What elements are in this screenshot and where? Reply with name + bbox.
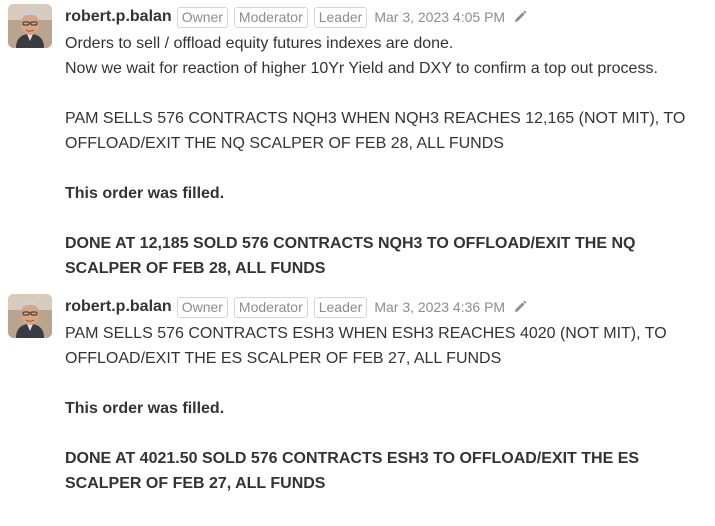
message-line-bold: SCALPER OF FEB 28, ALL FUNDS (65, 260, 326, 277)
badge-owner: Owner (176, 6, 228, 28)
badge-owner: Owner (176, 296, 228, 318)
badge-leader: Leader (313, 296, 368, 318)
avatar-photo (8, 4, 52, 48)
message-line-bold: SCALPER OF FEB 27, ALL FUNDS (65, 475, 326, 492)
avatar[interactable] (8, 4, 52, 48)
sender-name[interactable]: robert.p.balan (65, 298, 172, 316)
message-line: OFFLOAD/EXIT THE NQ SCALPER OF FEB 28, A… (65, 135, 504, 152)
message-line-bold: This order was filled. (65, 185, 225, 202)
message-line: Now we wait for reaction of higher 10Yr … (65, 60, 658, 77)
message-body: PAM SELLS 576 CONTRACTS ESH3 WHEN ESH3 R… (65, 321, 715, 496)
message-body: Orders to sell / offload equity futures … (65, 31, 715, 281)
message-line-bold: DONE AT 4021.50 SOLD 576 CONTRACTS ESH3 … (65, 450, 640, 467)
message-2: robert.p.balan Owner Moderator Leader Ma… (0, 290, 715, 526)
badge-moderator: Moderator (233, 6, 308, 28)
message-line: OFFLOAD/EXIT THE ES SCALPER OF FEB 27, A… (65, 350, 502, 367)
message-line: PAM SELLS 576 CONTRACTS ESH3 WHEN ESH3 R… (65, 325, 667, 342)
badge-leader: Leader (313, 6, 368, 28)
pencil-icon[interactable] (513, 10, 527, 24)
message-header: robert.p.balan Owner Moderator Leader Ma… (65, 295, 527, 319)
message-header: robert.p.balan Owner Moderator Leader Ma… (65, 5, 527, 29)
pencil-icon[interactable] (513, 300, 527, 314)
message-line-bold: This order was filled. (65, 400, 225, 417)
message-line: Orders to sell / offload equity futures … (65, 35, 454, 52)
message-line: PAM SELLS 576 CONTRACTS NQH3 WHEN NQH3 R… (65, 110, 686, 127)
badge-moderator: Moderator (233, 296, 308, 318)
message-line-bold: DONE AT 12,185 SOLD 576 CONTRACTS NQH3 T… (65, 235, 636, 252)
avatar-photo (8, 294, 52, 338)
message-1: robert.p.balan Owner Moderator Leader Ma… (0, 0, 715, 285)
message-timestamp[interactable]: Mar 3, 2023 4:36 PM (374, 299, 505, 315)
message-timestamp[interactable]: Mar 3, 2023 4:05 PM (374, 9, 505, 25)
avatar[interactable] (8, 294, 52, 338)
sender-name[interactable]: robert.p.balan (65, 8, 172, 26)
